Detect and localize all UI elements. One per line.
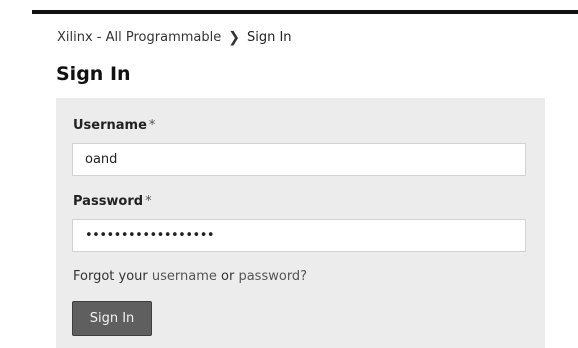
password-label: Password * xyxy=(73,194,152,209)
breadcrumb-current: Sign In xyxy=(246,30,292,45)
required-asterisk: * xyxy=(145,194,152,209)
required-asterisk: * xyxy=(148,118,156,133)
sign-in-form: Username* Password* Forgot your username… xyxy=(56,98,545,348)
forgot-password-link[interactable]: password? xyxy=(238,269,307,284)
sign-in-button[interactable]: Sign In xyxy=(72,301,152,336)
page-title: Sign In xyxy=(56,63,131,85)
username-label-text: Username xyxy=(73,118,147,133)
page: Xilinx - All Programmable ❯ Sign In Sign… xyxy=(0,0,578,348)
chevron-right-icon: ❯ xyxy=(228,29,240,46)
username-label: Username * xyxy=(73,118,155,133)
top-divider xyxy=(32,10,578,14)
username-input[interactable] xyxy=(72,143,526,176)
forgot-middle: or xyxy=(216,269,239,284)
password-label-text: Password xyxy=(73,194,144,209)
password-input[interactable] xyxy=(72,219,526,252)
forgot-username-link[interactable]: username xyxy=(152,269,217,284)
forgot-credentials-text: Forgot your username or password? xyxy=(73,269,307,284)
breadcrumb: Xilinx - All Programmable ❯ Sign In xyxy=(57,30,292,45)
breadcrumb-home-link[interactable]: Xilinx - All Programmable xyxy=(57,30,221,45)
forgot-prefix: Forgot your xyxy=(73,269,152,284)
